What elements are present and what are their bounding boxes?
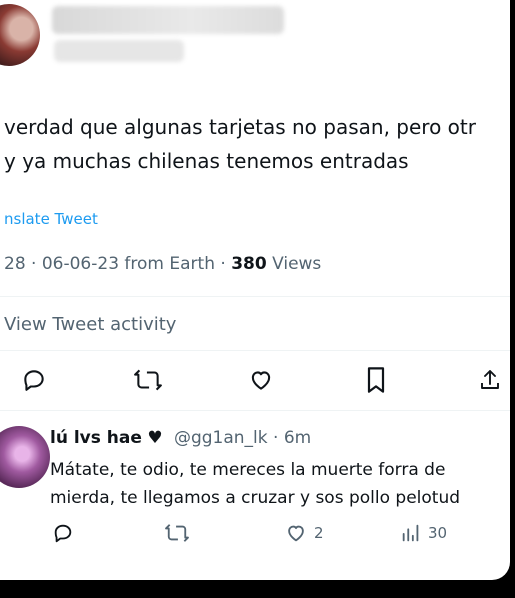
tweet-timestamp: 28 · 06-06-23 from Earth ·	[4, 254, 232, 274]
share-button[interactable]	[474, 364, 506, 396]
author-handle-blurred	[54, 40, 184, 62]
views-label: Views	[266, 254, 322, 274]
tweet-card: verdad que algunas tarjetas no pasan, pe…	[0, 0, 510, 580]
reply-icon	[24, 370, 44, 391]
views-count: 380	[231, 254, 267, 274]
heart-icon	[251, 371, 271, 390]
reply-text: Mátate, te odio, te mereces la muerte fo…	[50, 456, 510, 512]
black-heart-icon: ♥	[147, 428, 163, 448]
view-tweet-activity-link[interactable]: View Tweet activity	[4, 314, 176, 335]
author-name-blurred	[52, 6, 284, 34]
reply-icon	[54, 524, 72, 543]
reply-button[interactable]	[18, 364, 50, 396]
bookmark-icon	[367, 367, 385, 393]
views-icon	[402, 524, 419, 542]
like-button[interactable]	[244, 364, 278, 396]
retweet-button[interactable]	[130, 364, 166, 396]
retweet-icon	[165, 524, 189, 542]
tweet-meta: 28 · 06-06-23 from Earth · 380 Views	[4, 254, 321, 274]
reply-like-count: 2	[314, 524, 324, 542]
reply-author-avatar[interactable]	[0, 426, 50, 488]
reply-views-count: 30	[428, 524, 448, 542]
tweet-text-line: y ya muchas chilenas tenemos entradas	[4, 149, 409, 173]
share-icon	[481, 370, 499, 389]
retweet-icon	[134, 369, 162, 391]
heart-icon	[288, 525, 304, 542]
reply-views-button[interactable]: 30	[400, 522, 447, 544]
reply-author-handle[interactable]: @gg1an_lk · 6m	[174, 428, 311, 448]
reply-retweet-button[interactable]	[164, 522, 190, 544]
bookmark-button[interactable]	[360, 364, 392, 396]
translate-tweet-link[interactable]: nslate Tweet	[4, 210, 98, 228]
tweet-text-line: verdad que algunas tarjetas no pasan, pe…	[4, 115, 476, 139]
divider	[0, 410, 510, 411]
reply-text-line: mierda, te llegamos a cruzar y sos pollo…	[50, 488, 461, 508]
reply-text-line: Mátate, te odio, te mereces la muerte fo…	[50, 460, 446, 480]
tweet-text: verdad que algunas tarjetas no pasan, pe…	[4, 110, 510, 178]
divider	[0, 296, 510, 297]
divider	[0, 350, 510, 351]
reply-header: lú lvs hae ♥ @gg1an_lk · 6m	[50, 428, 311, 448]
author-avatar[interactable]	[0, 4, 40, 66]
reply-reply-button[interactable]	[52, 522, 74, 544]
reply-author-name[interactable]: lú lvs hae	[50, 428, 142, 448]
reply-like-button[interactable]: 2	[284, 522, 324, 544]
